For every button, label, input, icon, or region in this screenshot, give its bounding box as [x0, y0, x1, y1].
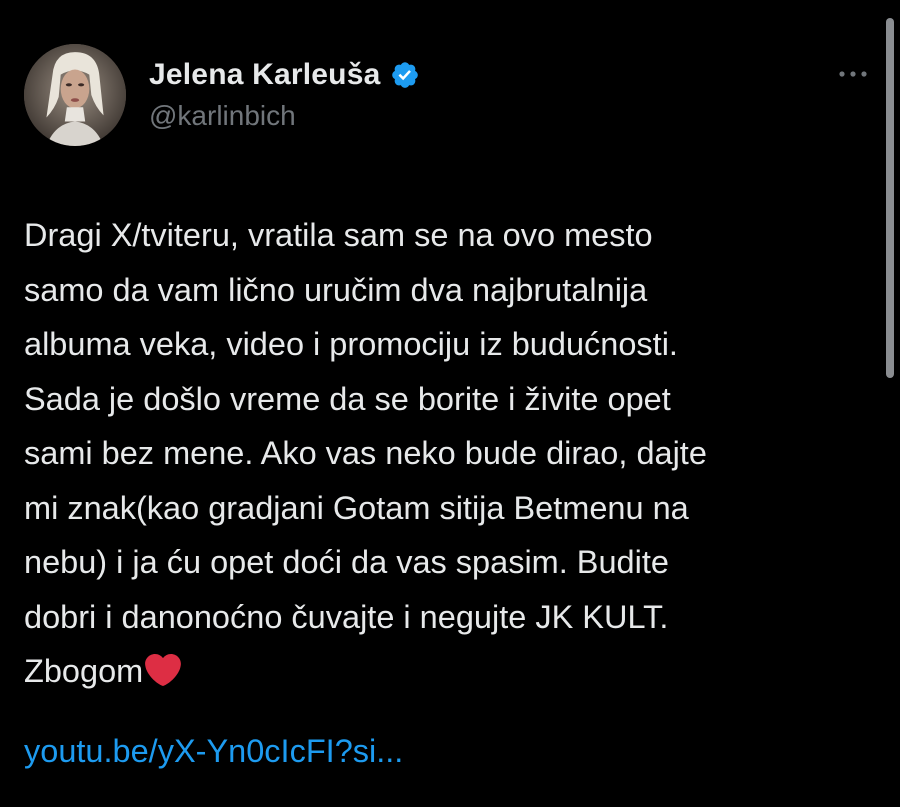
verified-badge-icon	[392, 62, 419, 88]
red-heart-icon	[145, 653, 182, 687]
author-display-name[interactable]: Jelena Karleuša	[149, 58, 380, 92]
tweet: Jelena Karleuša @karlinbich Dragi X/tvit…	[0, 0, 900, 807]
avatar[interactable]	[24, 44, 126, 146]
profile-photo-icon	[24, 44, 126, 146]
scrollbar[interactable]	[886, 18, 894, 378]
tweet-text: Dragi X/tviteru, vratila sam se na ovo m…	[24, 208, 874, 699]
author-name-row: Jelena Karleuša	[149, 58, 420, 92]
tweet-body: Dragi X/tviteru, vratila sam se na ovo m…	[24, 217, 707, 689]
author-handle[interactable]: @karlinbich	[149, 100, 296, 132]
tweet-link[interactable]: youtu.be/yX-Yn0cIcFI?si...	[24, 724, 403, 779]
ellipsis-icon[interactable]	[833, 64, 873, 84]
